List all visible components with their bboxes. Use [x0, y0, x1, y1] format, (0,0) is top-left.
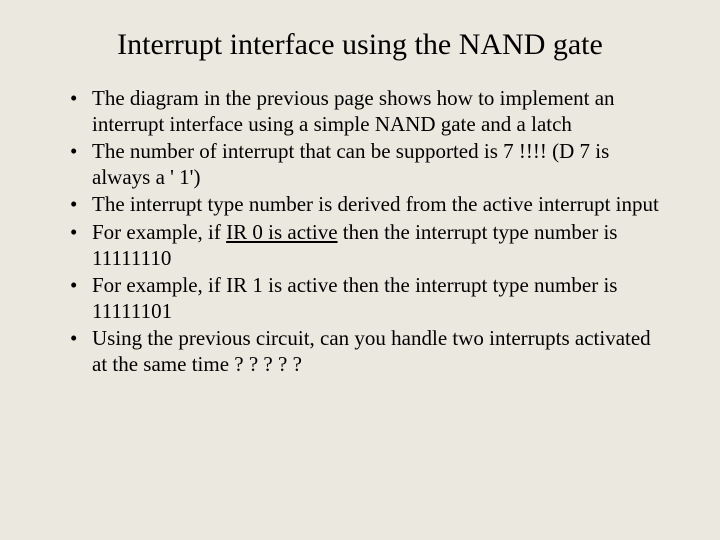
bullet-segment: For example, if IR 1 is active then the …: [92, 273, 617, 323]
list-item: For example, if IR 0 is active then the …: [76, 220, 662, 271]
list-item: The interrupt type number is derived fro…: [76, 192, 662, 218]
bullet-segment: For example, if: [92, 220, 226, 244]
bullet-list: The diagram in the previous page shows h…: [48, 86, 672, 378]
list-item: Using the previous circuit, can you hand…: [76, 326, 662, 377]
bullet-segment: Using the previous circuit, can you hand…: [92, 326, 651, 376]
bullet-segment: The number of interrupt that can be supp…: [92, 139, 609, 189]
slide-title: Interrupt interface using the NAND gate: [48, 28, 672, 62]
list-item: The diagram in the previous page shows h…: [76, 86, 662, 137]
bullet-segment: The diagram in the previous page shows h…: [92, 86, 615, 136]
bullet-segment: The interrupt type number is derived fro…: [92, 192, 659, 216]
slide: Interrupt interface using the NAND gate …: [0, 0, 720, 540]
list-item: The number of interrupt that can be supp…: [76, 139, 662, 190]
bullet-segment-underline: IR 0 is active: [226, 220, 337, 244]
list-item: For example, if IR 1 is active then the …: [76, 273, 662, 324]
